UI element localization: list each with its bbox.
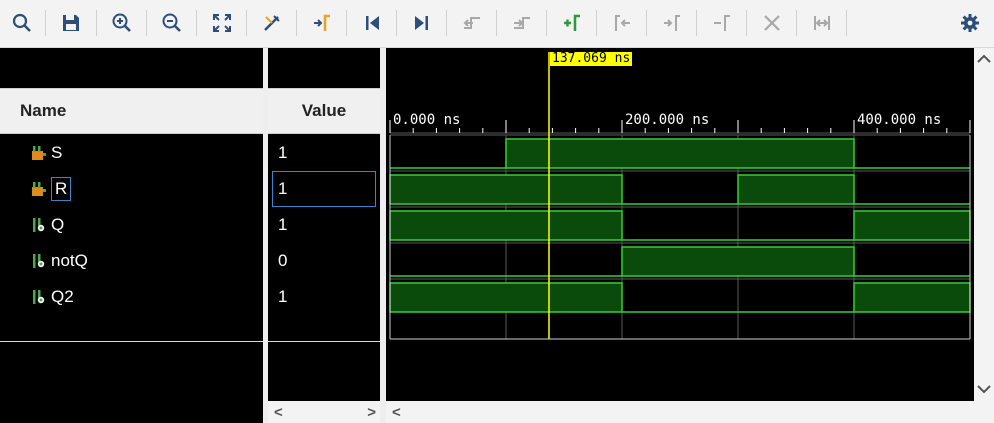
next-marker-icon[interactable] bbox=[657, 8, 687, 38]
name-column-header[interactable]: Name bbox=[0, 88, 263, 134]
zoom-fit-icon[interactable] bbox=[207, 8, 237, 38]
save-icon[interactable] bbox=[56, 8, 86, 38]
delete-marker-icon[interactable] bbox=[757, 8, 787, 38]
wave-high-segment bbox=[389, 210, 623, 241]
wave-high-segment bbox=[505, 138, 855, 169]
go-to-start-icon[interactable] bbox=[357, 8, 387, 38]
name-pane: Name S R Q notQ Q2 bbox=[0, 48, 263, 423]
signal-name: Q2 bbox=[51, 287, 74, 306]
signal-name: S bbox=[51, 143, 63, 162]
signal-name: R bbox=[51, 177, 72, 201]
divider bbox=[0, 341, 263, 342]
previous-transition-icon[interactable] bbox=[457, 8, 487, 38]
time-tick-label: 400.000 ns bbox=[857, 112, 942, 128]
wave-high-segment bbox=[853, 210, 971, 241]
signal-value[interactable]: 0 bbox=[268, 243, 380, 279]
value-pane: Value 1 1 1 0 1 < > bbox=[268, 48, 380, 423]
search-icon[interactable] bbox=[7, 8, 37, 38]
scroll-left-icon[interactable]: < bbox=[392, 404, 401, 421]
zoom-in-icon[interactable] bbox=[107, 8, 137, 38]
signal-row-q2[interactable]: Q2 bbox=[0, 279, 263, 315]
waveform-canvas[interactable] bbox=[386, 48, 974, 401]
output-port-icon bbox=[33, 290, 45, 304]
value-horizontal-scrollbar[interactable]: < > bbox=[268, 401, 380, 423]
scroll-right-icon[interactable]: > bbox=[367, 404, 376, 421]
signal-row-r[interactable]: R bbox=[0, 171, 263, 207]
output-port-icon bbox=[33, 254, 45, 268]
signal-row-notq[interactable]: notQ bbox=[0, 243, 263, 279]
input-port-icon bbox=[32, 146, 46, 160]
waveform-horizontal-scrollbar[interactable]: < bbox=[386, 401, 994, 423]
previous-marker-icon[interactable] bbox=[607, 8, 637, 38]
snap-icon[interactable] bbox=[257, 8, 287, 38]
wave-high-segment bbox=[853, 282, 971, 313]
next-transition-icon[interactable] bbox=[507, 8, 537, 38]
signal-row-s[interactable]: S bbox=[0, 135, 263, 171]
signal-value[interactable]: 1 bbox=[268, 279, 380, 315]
time-tick-label: 0.000 ns bbox=[393, 112, 461, 128]
signal-value-selected[interactable]: 1 bbox=[272, 171, 376, 207]
marker-distance-icon[interactable] bbox=[807, 8, 837, 38]
toolbar bbox=[0, 0, 994, 48]
waveform-pane[interactable]: 137.069 ns 0.000 ns 200.000 ns 400.000 n… bbox=[386, 48, 974, 401]
divider bbox=[268, 341, 380, 342]
input-port-icon bbox=[32, 182, 46, 196]
wave-high-segment bbox=[621, 246, 855, 277]
signal-value[interactable]: 1 bbox=[268, 207, 380, 243]
signal-name: Q bbox=[51, 215, 65, 234]
go-to-end-icon[interactable] bbox=[407, 8, 437, 38]
time-tick-label: 200.000 ns bbox=[625, 112, 710, 128]
signal-row-q[interactable]: Q bbox=[0, 207, 263, 243]
zoom-out-icon[interactable] bbox=[157, 8, 187, 38]
scroll-left-icon[interactable]: < bbox=[274, 404, 283, 421]
cursor-time-label: 137.069 ns bbox=[550, 51, 633, 66]
signal-value[interactable]: 1 bbox=[268, 135, 380, 171]
settings-icon[interactable] bbox=[955, 8, 985, 38]
scroll-arrows-icon bbox=[977, 54, 991, 394]
wave-high-segment bbox=[389, 174, 623, 205]
vertical-scrollbar[interactable] bbox=[974, 48, 994, 401]
output-port-icon bbox=[33, 218, 45, 232]
swap-cursors-icon[interactable] bbox=[707, 8, 737, 38]
wave-high-segment bbox=[389, 282, 623, 313]
wave-high-segment bbox=[737, 174, 855, 205]
signal-name: notQ bbox=[51, 251, 88, 270]
value-column-header[interactable]: Value bbox=[268, 88, 380, 134]
go-to-cursor-icon[interactable] bbox=[307, 8, 337, 38]
add-marker-icon[interactable] bbox=[557, 8, 587, 38]
